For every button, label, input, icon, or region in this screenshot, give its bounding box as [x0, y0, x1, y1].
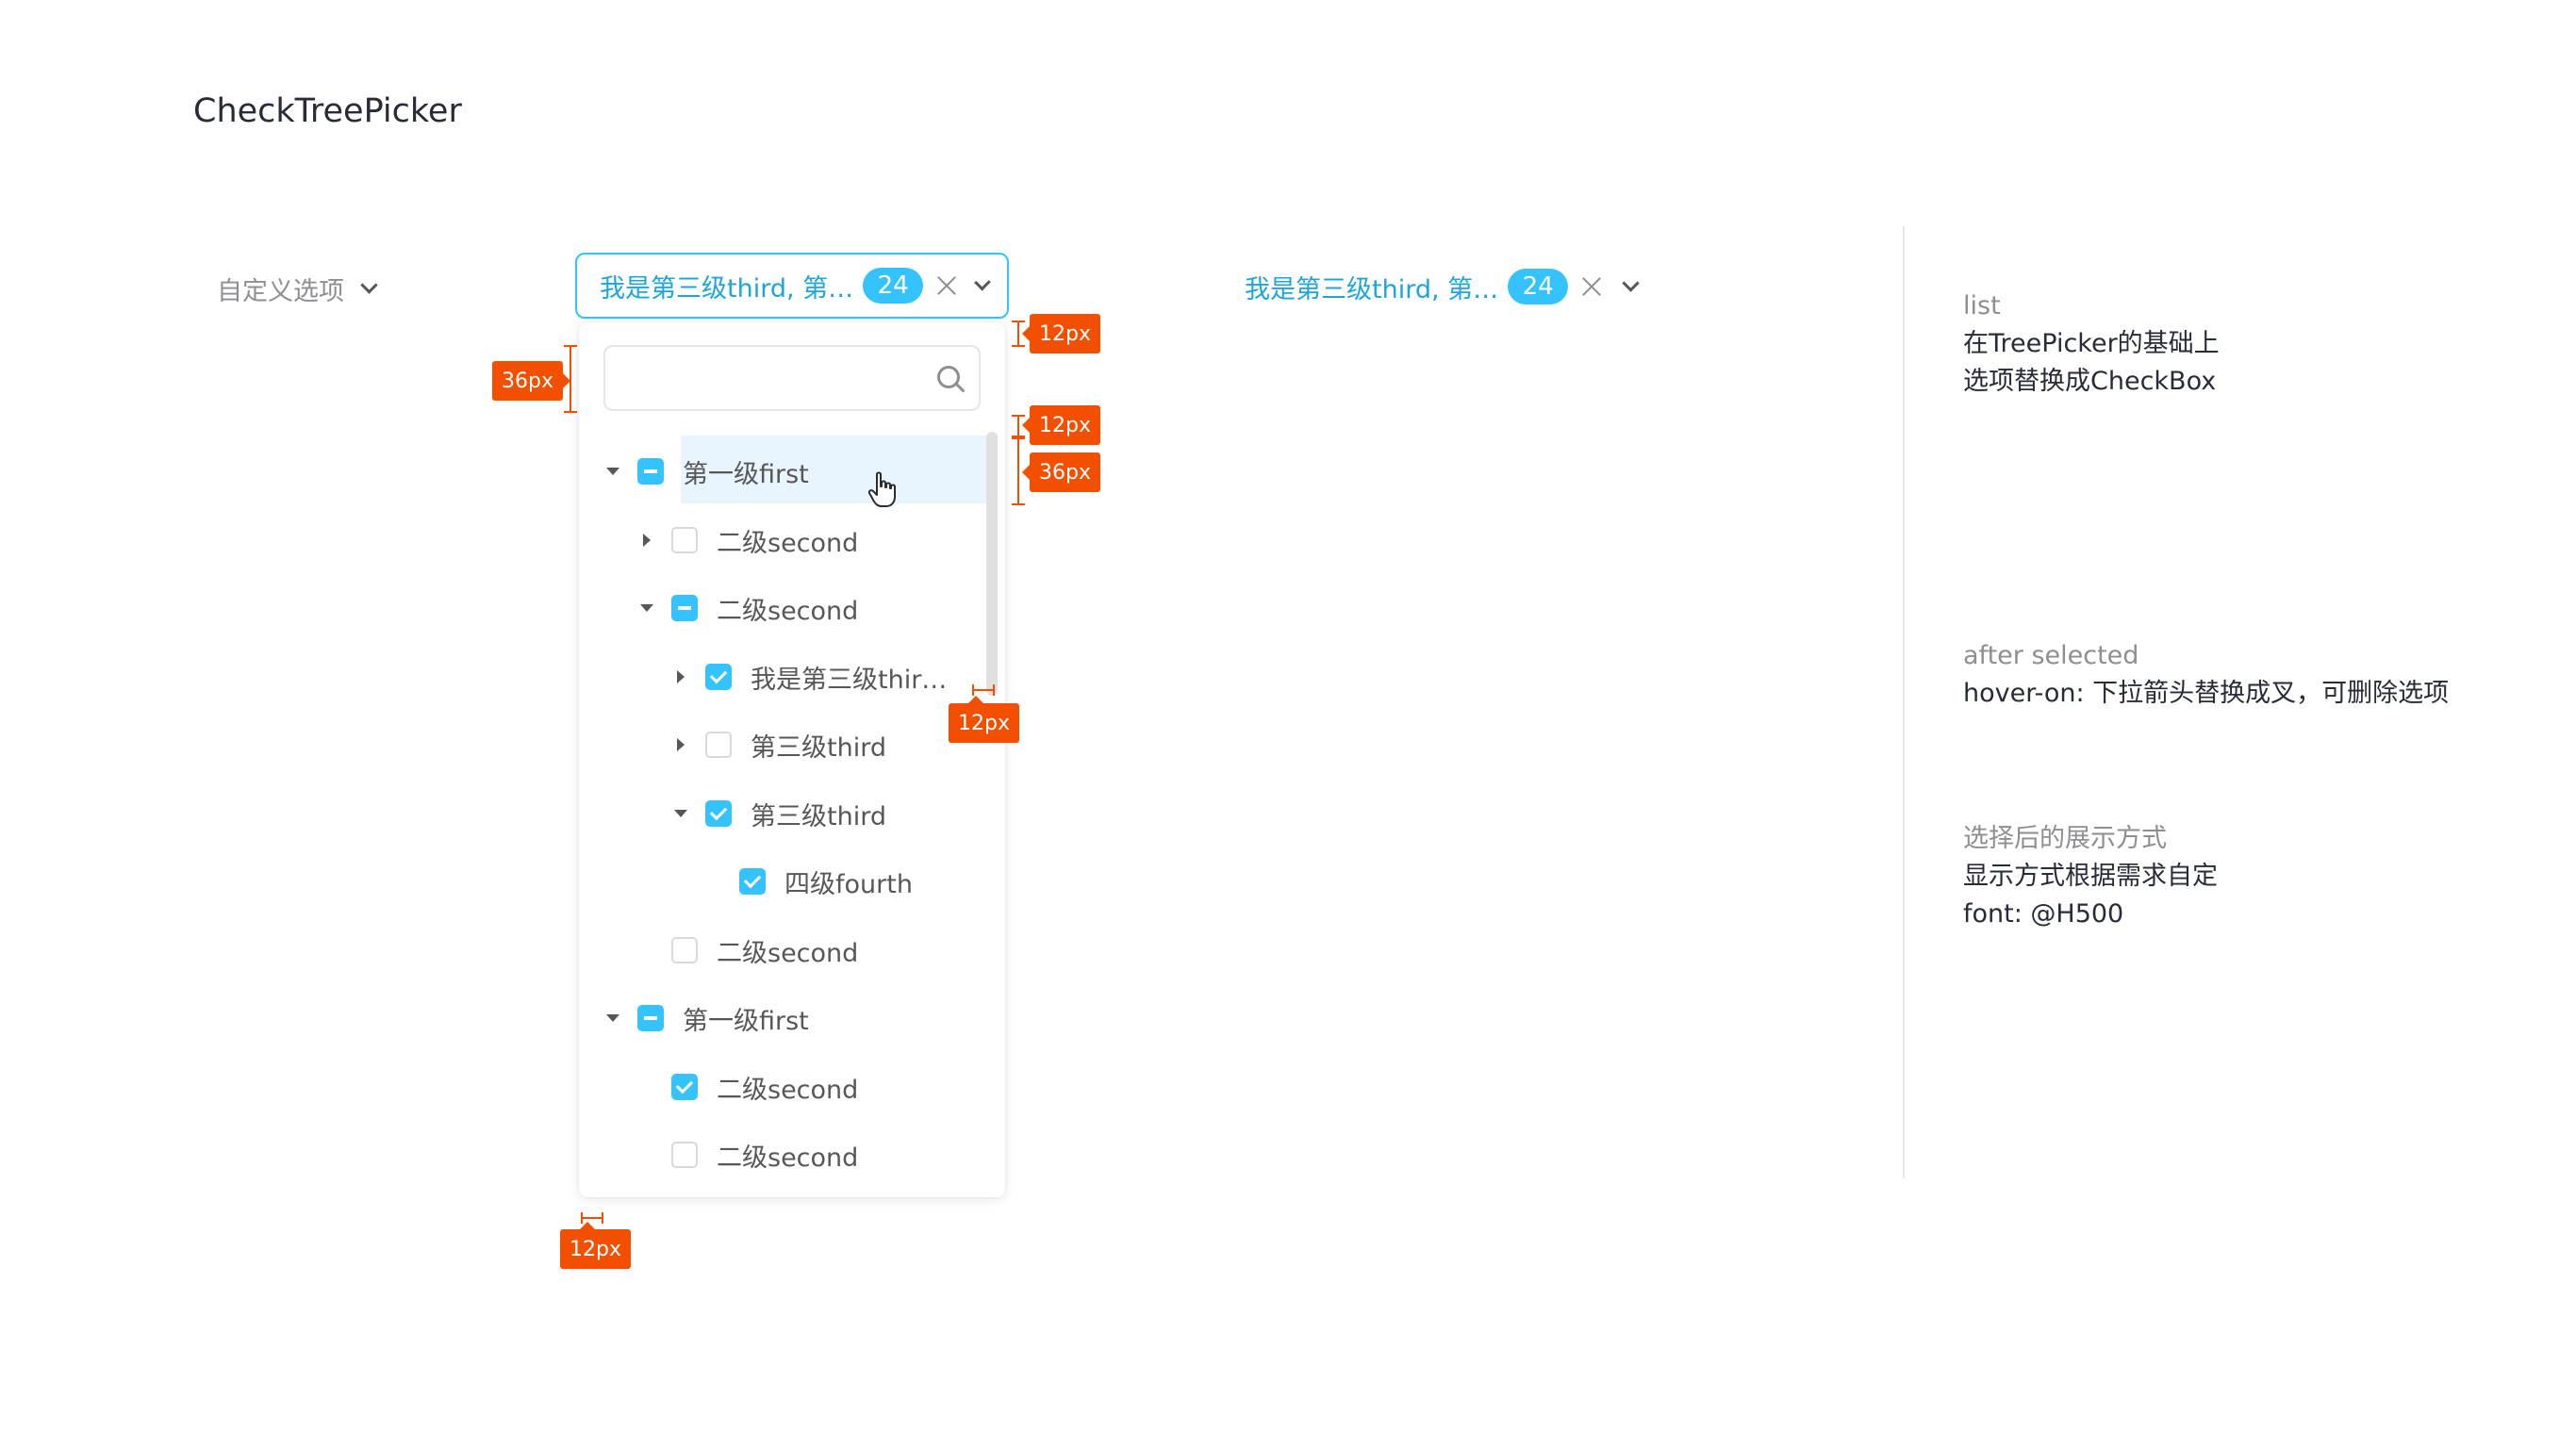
annotation-tag: 12px: [1022, 314, 1100, 354]
checkbox[interactable]: [705, 800, 732, 827]
tree-item-label: 二级second: [717, 1075, 859, 1105]
expand-toggle[interactable]: [603, 468, 622, 475]
tree-item[interactable]: 四级fourth: [705, 847, 913, 915]
tree-item[interactable]: 二级second: [637, 574, 858, 642]
note-after-selected: after selected hover-on: 下拉箭头替换成叉，可删除选项: [1963, 637, 2449, 713]
annotation-tag: 12px: [1022, 405, 1100, 445]
expand-toggle[interactable]: [671, 810, 690, 817]
checkbox[interactable]: [671, 1074, 698, 1100]
tree-item[interactable]: 二级second: [637, 916, 858, 984]
note-line: font: @H500: [1963, 899, 2124, 929]
note-line: 选项替换成CheckBox: [1963, 367, 2217, 396]
tree-item-label: 二级second: [717, 938, 859, 968]
tree-item-label: 二级second: [717, 528, 859, 558]
tree-item[interactable]: 二级second: [637, 1121, 858, 1189]
note-heading: 选择后的展示方式: [1963, 824, 2167, 853]
expand-toggle[interactable]: [671, 738, 690, 751]
tree-item-label: 第三级third: [751, 732, 886, 763]
caret-down-icon[interactable]: [606, 1014, 619, 1022]
annotation-tag: 12px: [949, 696, 1019, 743]
checkbox[interactable]: [705, 664, 732, 690]
search-icon: [937, 366, 960, 388]
chevron-down-icon[interactable]: [974, 273, 991, 291]
selected-count-badge: 24: [863, 268, 924, 304]
checkbox[interactable]: [671, 527, 698, 553]
caret-right-icon[interactable]: [643, 534, 651, 547]
annotation-tag: 36px: [1022, 452, 1100, 492]
tree-item-label: 第一级first: [683, 1006, 809, 1036]
caret-right-icon[interactable]: [677, 738, 685, 751]
tree-item[interactable]: 我是第三级thir…: [671, 643, 947, 711]
expand-toggle[interactable]: [603, 1014, 622, 1022]
checkbox[interactable]: [671, 1142, 698, 1168]
chevron-down-icon: [360, 276, 378, 294]
tree-item[interactable]: 第三级third: [671, 711, 886, 779]
close-icon[interactable]: [1581, 276, 1602, 297]
tree-item-label: 四级fourth: [784, 869, 913, 899]
tree-item[interactable]: 第三级third: [671, 780, 886, 847]
check-tree-picker-toggle[interactable]: 我是第三级third, 第… 24: [575, 253, 1009, 319]
close-icon[interactable]: [936, 275, 954, 296]
checkbox[interactable]: [637, 458, 664, 485]
note-line: hover-on: 下拉箭头替换成叉，可删除选项: [1963, 679, 2450, 708]
custom-option-label: 自定义选项: [217, 276, 344, 306]
caret-down-icon[interactable]: [640, 604, 653, 612]
tree-item-label: 二级second: [717, 1143, 859, 1173]
caret-down-icon[interactable]: [674, 810, 687, 817]
search-input[interactable]: [603, 345, 981, 411]
checkbox[interactable]: [637, 1005, 664, 1031]
hand-cursor-icon: [867, 471, 896, 507]
scrollbar[interactable]: [986, 432, 998, 696]
checkbox[interactable]: [739, 868, 766, 895]
expand-toggle[interactable]: [637, 604, 656, 612]
note-line: 在TreePicker的基础上: [1963, 329, 2220, 358]
checkbox[interactable]: [671, 595, 698, 621]
caret-right-icon[interactable]: [677, 670, 685, 683]
page-title: CheckTreePicker: [193, 92, 462, 130]
section-divider: [1903, 226, 1905, 1178]
selected-count-badge: 24: [1508, 269, 1569, 304]
check-tree-picker-hover-state[interactable]: 我是第三级third, 第… 24: [1245, 268, 1640, 305]
tree-item[interactable]: 二级second: [637, 506, 858, 574]
caret-down-icon[interactable]: [606, 468, 619, 475]
note-display-mode: 选择后的展示方式 显示方式根据需求自定 font: @H500: [1963, 820, 2218, 933]
expand-toggle[interactable]: [637, 534, 656, 547]
note-heading: after selected: [1963, 641, 2139, 670]
tree-item[interactable]: 二级second: [637, 1053, 858, 1121]
note-list: list 在TreePicker的基础上 选项替换成CheckBox: [1963, 288, 2220, 401]
tree-item-label: 第三级third: [751, 801, 886, 831]
expand-toggle[interactable]: [671, 670, 690, 683]
tree-item[interactable]: 第一级first: [603, 984, 809, 1052]
tree-item-label: 我是第三级thir…: [751, 665, 948, 695]
annotation-tag: 12px: [560, 1222, 631, 1269]
checkbox[interactable]: [705, 732, 732, 758]
chevron-down-icon[interactable]: [1622, 274, 1640, 292]
tree-item-label: 第一级first: [683, 459, 809, 489]
annotation-tag: 36px: [492, 361, 570, 401]
note-line: 显示方式根据需求自定: [1963, 862, 2218, 891]
checkbox[interactable]: [671, 937, 698, 963]
custom-option-trigger[interactable]: 自定义选项: [217, 272, 378, 306]
picker-selected-value: 我是第三级third, 第…: [1245, 274, 1499, 304]
tree-item-label: 二级second: [717, 596, 859, 626]
spacing-marker: [972, 684, 995, 696]
note-heading: list: [1963, 291, 2001, 321]
picker-selected-value: 我是第三级third, 第…: [600, 273, 854, 304]
tree-item[interactable]: 第一级first: [603, 437, 809, 505]
